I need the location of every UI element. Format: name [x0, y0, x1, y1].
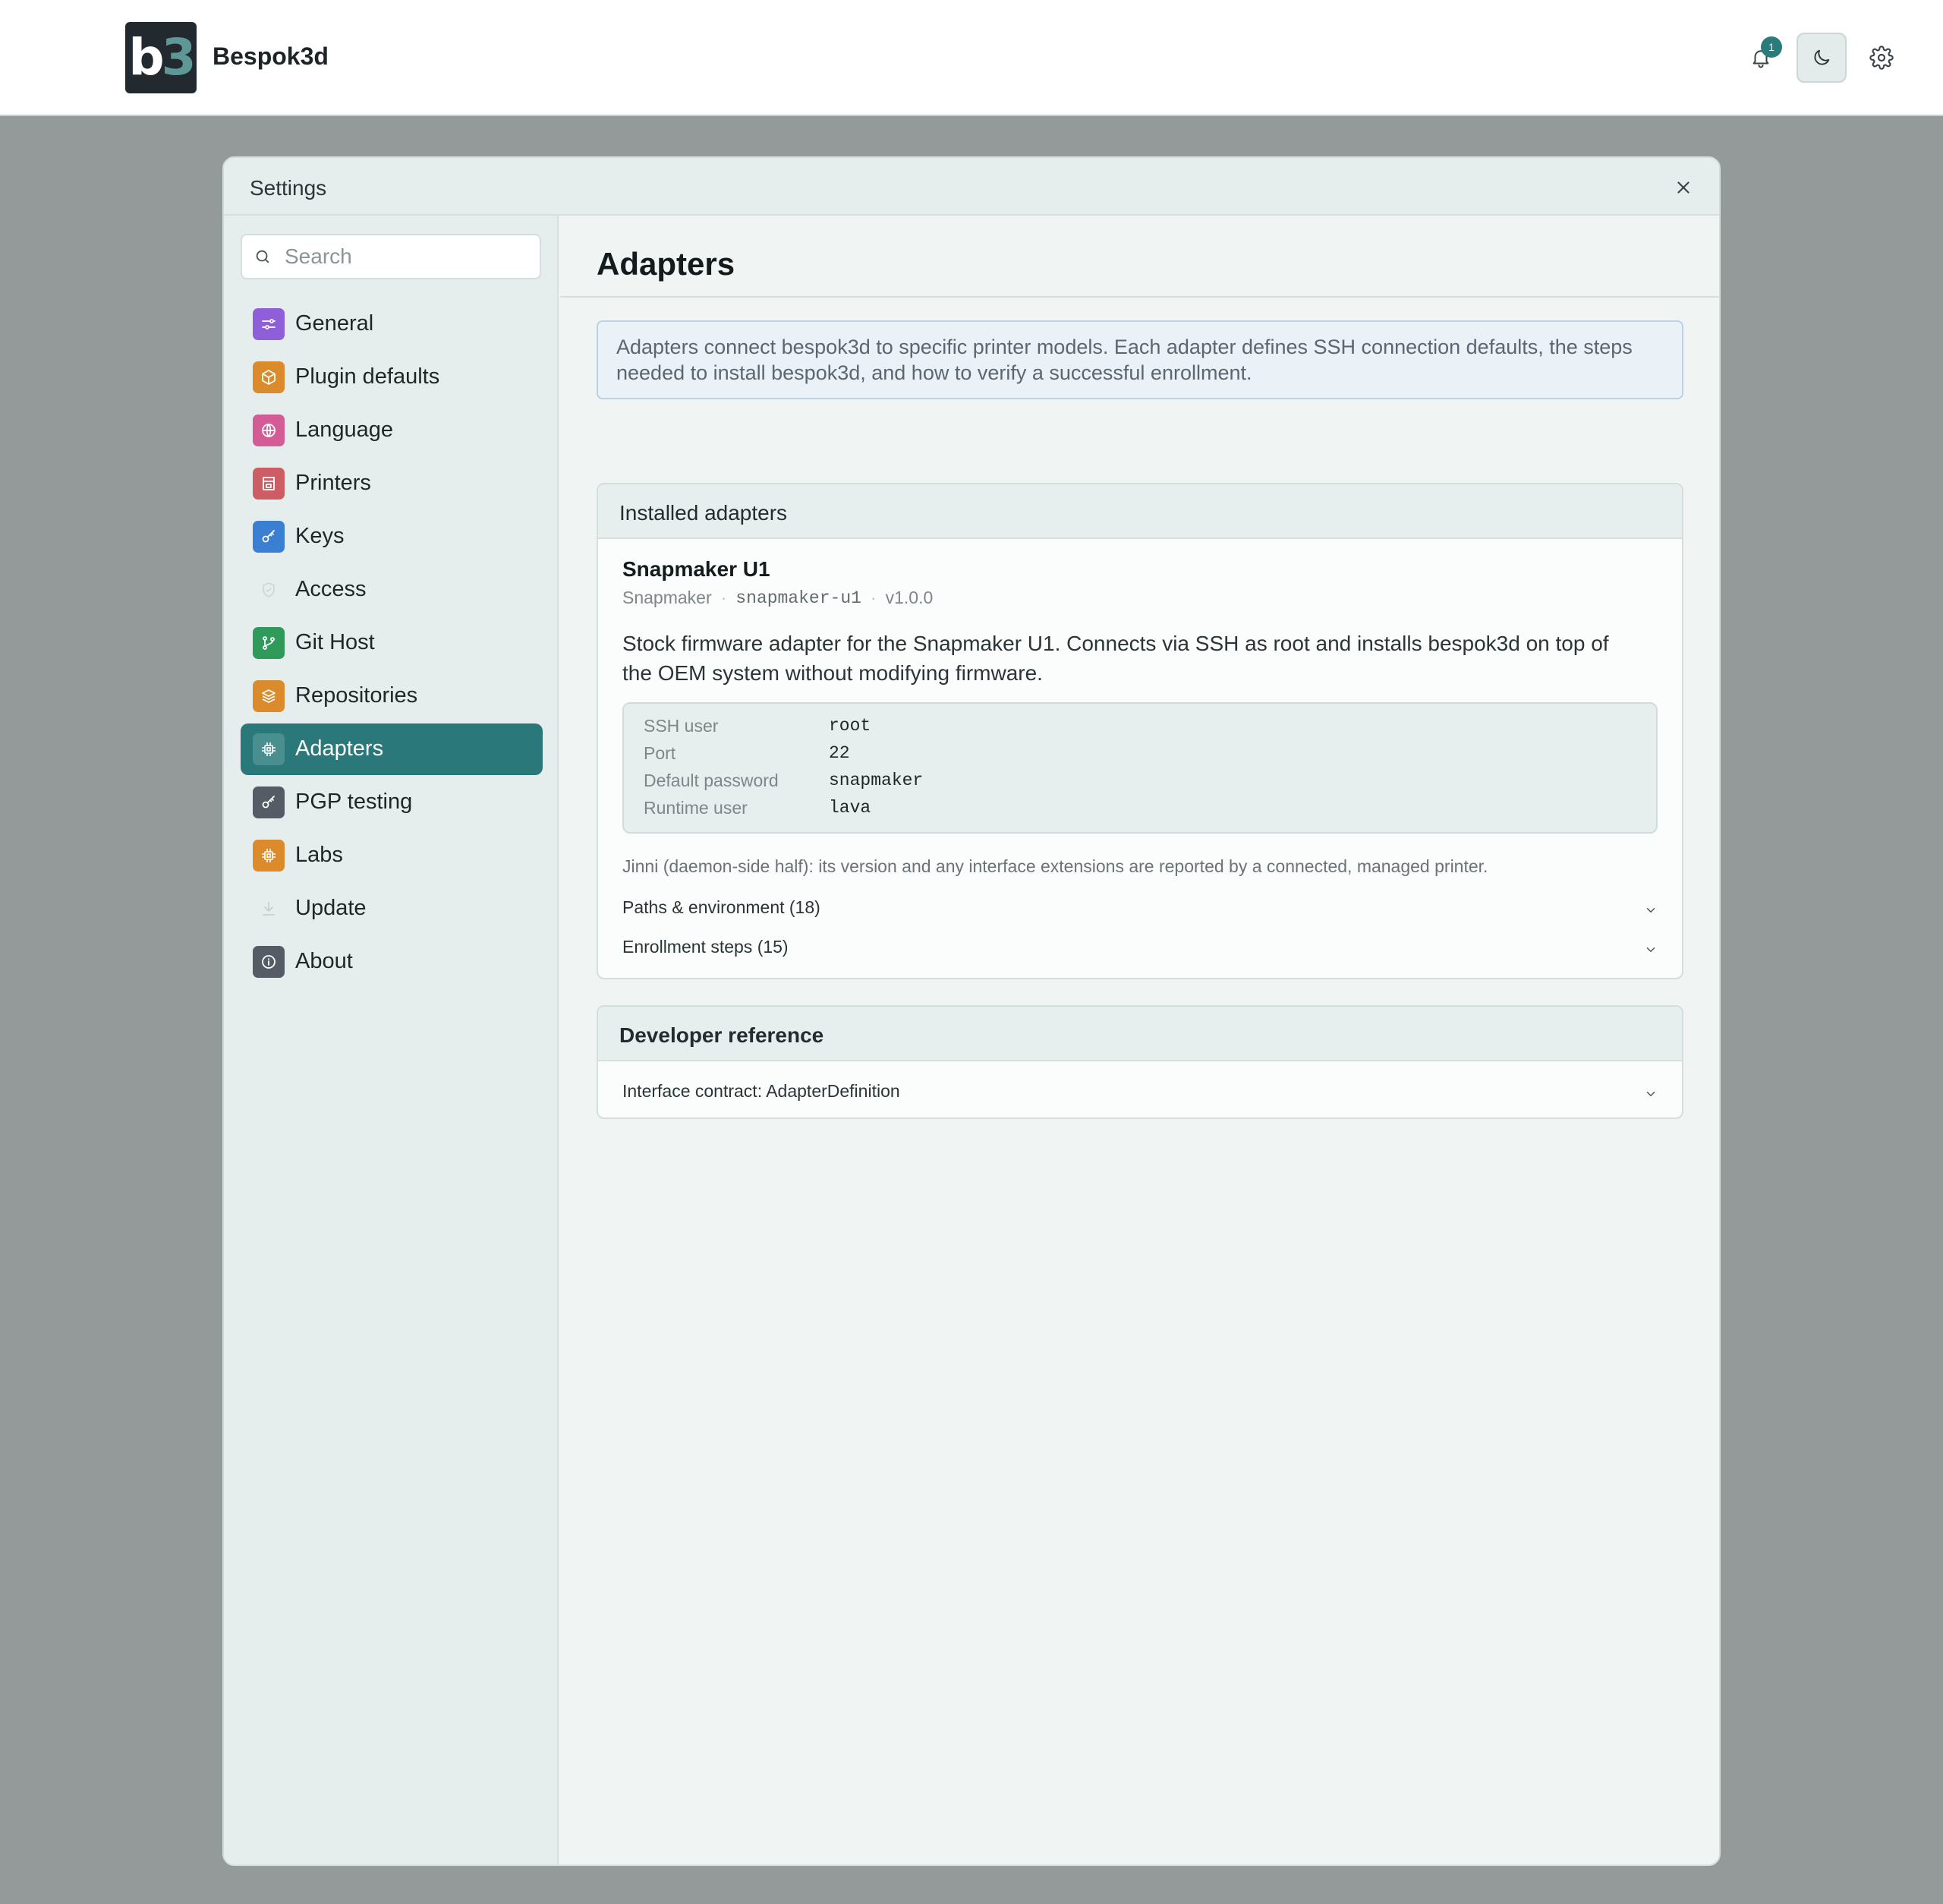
paths-environment-expander[interactable]: Paths & environment (18) [622, 897, 1658, 928]
separator-dot: · [870, 588, 877, 607]
kv-value: 22 [829, 743, 850, 763]
sidebar-item-adapters[interactable]: Adapters [241, 723, 543, 775]
sidebar-item-label: Update [295, 896, 367, 920]
info-banner: Adapters connect bespok3d to specific pr… [597, 320, 1683, 399]
page-title: Adapters [597, 246, 735, 282]
sidebar-item-label: Language [295, 418, 394, 442]
sidebar-item-label: Access [295, 577, 367, 601]
kv-value: snapmaker [829, 771, 924, 790]
printer-icon [253, 468, 285, 500]
settings-content: Adapters Adapters connect bespok3d to sp… [560, 216, 1719, 1865]
ssh-defaults-table: SSH user root Port 22 Default password s… [622, 702, 1658, 834]
adapter-version: v1.0.0 [885, 588, 934, 607]
sliders-icon [253, 308, 285, 340]
app-logo[interactable]: b3 [125, 22, 197, 93]
top-bar: b3 Bespok3d 1 [0, 0, 1943, 116]
sidebar-item-label: Labs [295, 843, 343, 867]
sidebar-item-keys[interactable]: Keys [241, 511, 543, 563]
kv-key: SSH user [644, 716, 719, 736]
sidebar-item-label: Repositories [295, 683, 418, 708]
sidebar-item-about[interactable]: About [241, 936, 543, 988]
adapter-description: Stock firmware adapter for the Snapmaker… [622, 632, 1609, 685]
separator-dot: · [720, 588, 727, 607]
adapter-vendor: Snapmaker [622, 588, 712, 607]
sidebar-item-label: General [295, 311, 374, 336]
logo-letter-b: b [128, 28, 164, 87]
kv-key: Runtime user [644, 798, 748, 818]
brand-name: Bespok3d [213, 43, 329, 70]
adapter-name: Snapmaker U1 [622, 557, 770, 581]
interface-contract-expander[interactable]: Interface contract: AdapterDefinition [622, 1081, 1658, 1111]
sidebar-item-plugin-defaults[interactable]: Plugin defaults [241, 351, 543, 403]
chevron-down-icon [1646, 947, 1655, 953]
key-icon [253, 787, 285, 818]
card-heading: Installed adapters [598, 484, 1682, 539]
sidebar-item-pgp-testing[interactable]: PGP testing [241, 777, 543, 828]
sidebar-item-label: About [295, 949, 353, 973]
search-input[interactable] [285, 235, 527, 278]
git-branch-icon [253, 627, 285, 659]
kv-key: Port [644, 743, 676, 763]
sidebar-item-access[interactable]: Access [241, 564, 543, 616]
sidebar-item-label: Adapters [295, 736, 384, 761]
installed-adapters-card: Installed adapters Snapmaker U1 Snapmake… [597, 483, 1683, 979]
sidebar-item-label: Printers [295, 471, 371, 495]
sidebar-item-label: Plugin defaults [295, 364, 440, 389]
download-icon [253, 893, 285, 925]
settings-sidebar: General Plugin defaults Language Printer… [224, 216, 559, 1865]
expander-label: Interface contract: AdapterDefinition [622, 1081, 900, 1101]
chevron-down-icon [1646, 1092, 1655, 1097]
sidebar-item-git-host[interactable]: Git Host [241, 617, 543, 669]
box-icon [253, 361, 285, 393]
sidebar-item-repositories[interactable]: Repositories [241, 670, 543, 722]
sidebar-item-label: PGP testing [295, 790, 413, 814]
sidebar-item-update[interactable]: Update [241, 883, 543, 935]
sidebar-item-general[interactable]: General [241, 298, 543, 350]
gear-icon [1869, 46, 1894, 70]
sidebar-item-label: Keys [295, 524, 345, 548]
info-icon [253, 946, 285, 978]
jinni-note: Jinni (daemon-side half): its version an… [622, 856, 1488, 876]
sidebar-item-labs[interactable]: Labs [241, 830, 543, 881]
search-icon [256, 250, 269, 263]
close-icon[interactable] [1674, 178, 1693, 197]
sidebar-item-language[interactable]: Language [241, 405, 543, 456]
logo-digit-3: 3 [161, 28, 197, 87]
kv-value: lava [829, 798, 871, 818]
key-icon [253, 521, 285, 553]
sidebar-item-label: Git Host [295, 630, 375, 654]
expander-label: Paths & environment (18) [622, 897, 820, 917]
kv-key: Default password [644, 771, 779, 790]
kv-value: root [829, 716, 871, 736]
title-divider [560, 296, 1719, 298]
globe-icon [253, 415, 285, 446]
expander-label: Enrollment steps (15) [622, 937, 789, 957]
enrollment-steps-expander[interactable]: Enrollment steps (15) [622, 937, 1658, 967]
moon-icon [1814, 49, 1830, 65]
notification-badge: 1 [1761, 36, 1782, 58]
card-heading: Developer reference [598, 1007, 1682, 1061]
shield-icon [253, 574, 285, 606]
chevron-down-icon [1646, 908, 1655, 913]
chip-icon [253, 840, 285, 872]
theme-toggle-button[interactable] [1797, 33, 1847, 83]
layers-icon [253, 680, 285, 712]
search-box[interactable] [241, 234, 541, 279]
modal-title: Settings [250, 176, 327, 200]
adapter-id: snapmaker-u1 [735, 588, 861, 608]
sidebar-item-printers[interactable]: Printers [241, 458, 543, 509]
adapter-meta: Snapmaker · snapmaker-u1 · v1.0.0 [622, 588, 933, 608]
settings-modal: Settings General Plugin defaults [222, 156, 1721, 1866]
modal-header: Settings [224, 158, 1719, 216]
developer-reference-card: Developer reference Interface contract: … [597, 1005, 1683, 1119]
chip-icon [253, 733, 285, 765]
settings-button[interactable] [1857, 33, 1906, 82]
